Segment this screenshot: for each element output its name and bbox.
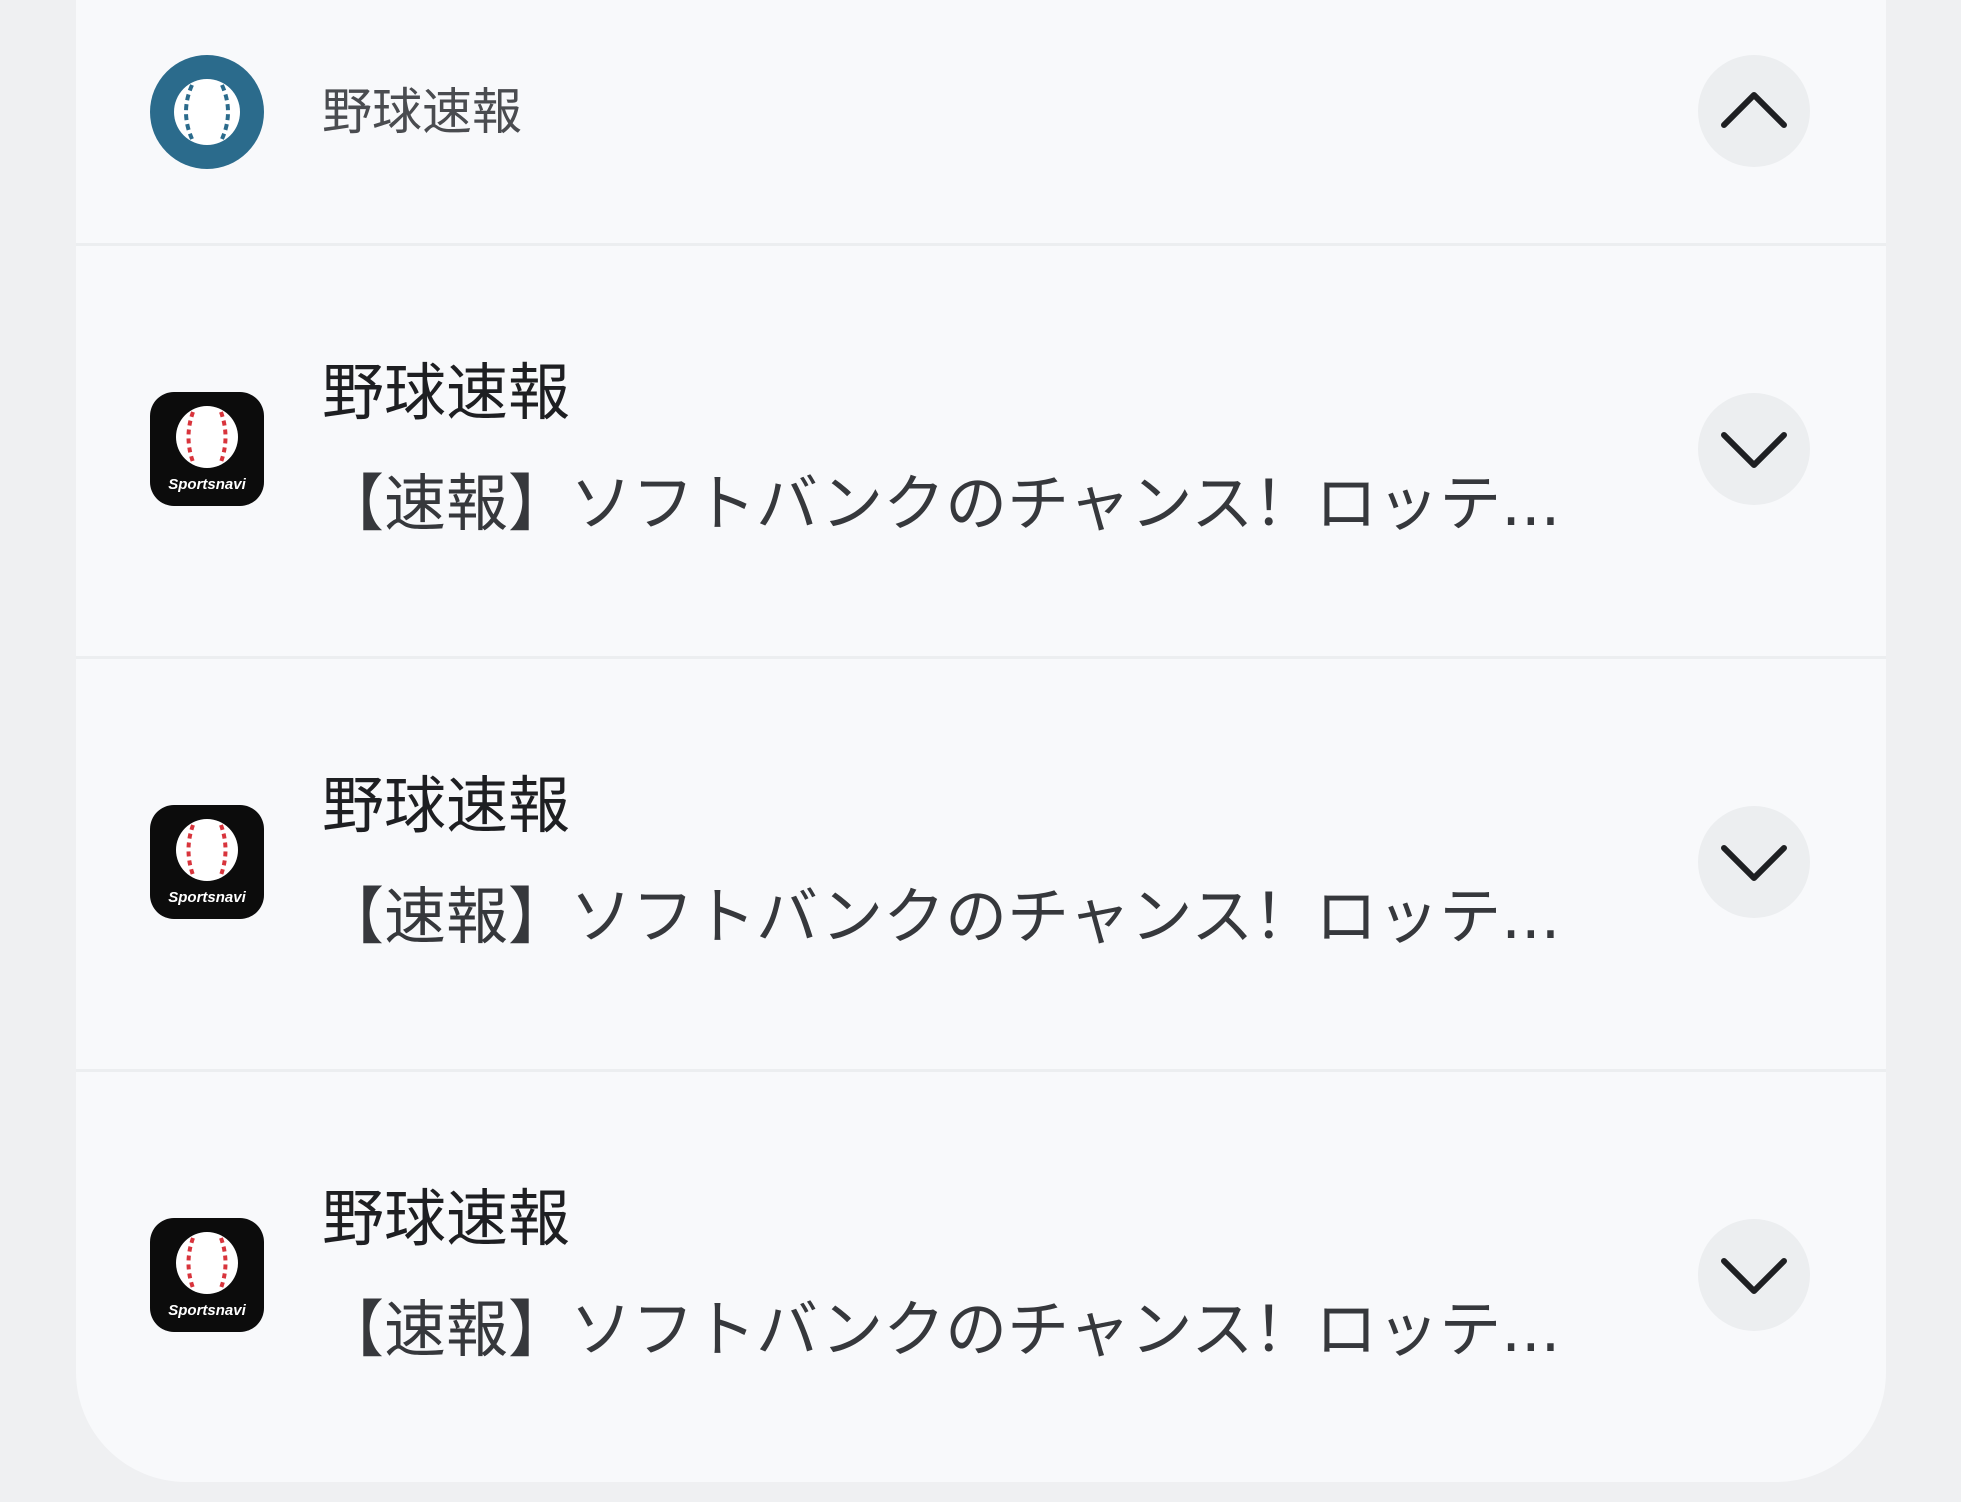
notification-text: 【速報】ソフトバンクのチャンス！ロッテ... xyxy=(322,467,1561,540)
sportsnavi-logo-text: Sportsnavi xyxy=(168,476,246,493)
notification-text: 【速報】ソフトバンクのチャンス！ロッテ... xyxy=(322,880,1561,953)
notification-app-name: 野球速報 xyxy=(322,769,571,842)
sportsnavi-logo-text: Sportsnavi xyxy=(168,889,246,906)
baseball-circle-icon xyxy=(150,55,264,169)
group-app-name: 野球速報 xyxy=(322,83,522,141)
notification-group-header[interactable]: 野球速報 xyxy=(76,0,1886,246)
notification-app-name: 野球速報 xyxy=(322,356,571,429)
chevron-down-icon xyxy=(1721,432,1787,468)
sportsnavi-app-icon: Sportsnavi xyxy=(150,1218,264,1332)
notification-text: 【速報】ソフトバンクのチャンス！ロッテ... xyxy=(322,1293,1561,1366)
notification-app-name: 野球速報 xyxy=(322,1182,571,1255)
collapse-group-button[interactable] xyxy=(1698,55,1810,167)
notification-group-panel: 野球速報 Sportsnavi 野球速報 【速報】ソフトバンクのチャンス！ロッテ… xyxy=(76,0,1886,1482)
chevron-down-icon xyxy=(1721,845,1787,881)
sportsnavi-app-icon: Sportsnavi xyxy=(150,805,264,919)
notification-item[interactable]: Sportsnavi 野球速報 【速報】ソフトバンクのチャンス！ロッテ... xyxy=(76,1072,1886,1482)
notification-item[interactable]: Sportsnavi 野球速報 【速報】ソフトバンクのチャンス！ロッテ... xyxy=(76,659,1886,1072)
sportsnavi-app-icon: Sportsnavi xyxy=(150,392,264,506)
expand-notification-button[interactable] xyxy=(1698,806,1810,918)
expand-notification-button[interactable] xyxy=(1698,1219,1810,1331)
expand-notification-button[interactable] xyxy=(1698,393,1810,505)
notification-item[interactable]: Sportsnavi 野球速報 【速報】ソフトバンクのチャンス！ロッテ... xyxy=(76,246,1886,659)
chevron-up-icon xyxy=(1721,92,1787,128)
chevron-down-icon xyxy=(1721,1258,1787,1294)
sportsnavi-logo-text: Sportsnavi xyxy=(168,1302,246,1319)
